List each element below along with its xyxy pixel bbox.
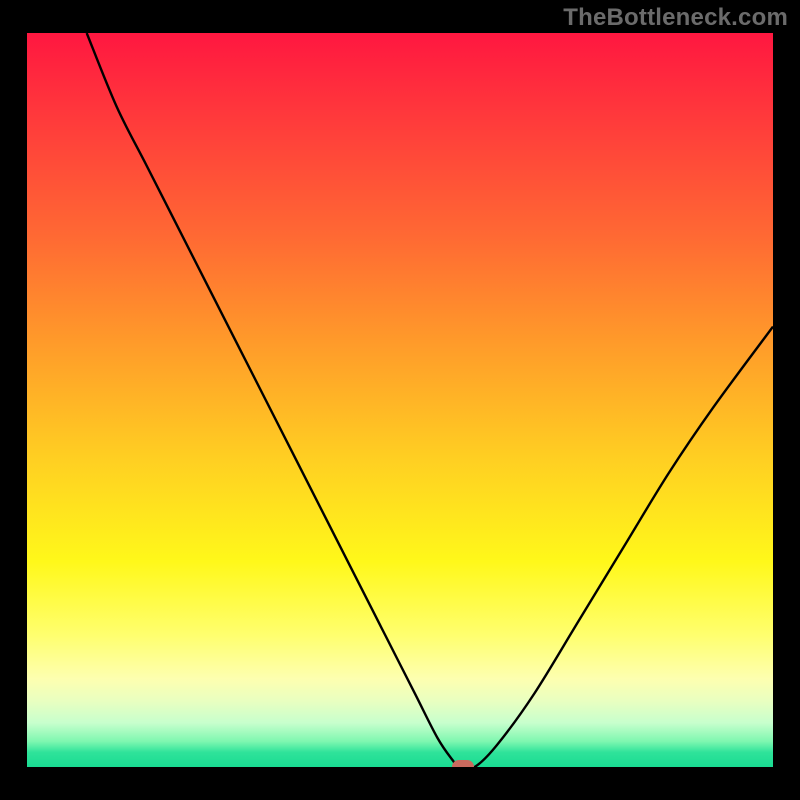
plot-area xyxy=(27,33,773,767)
chart-frame: TheBottleneck.com xyxy=(0,0,800,800)
bottleneck-curve xyxy=(27,33,773,767)
watermark-text: TheBottleneck.com xyxy=(563,4,788,32)
optimum-marker xyxy=(452,760,474,767)
